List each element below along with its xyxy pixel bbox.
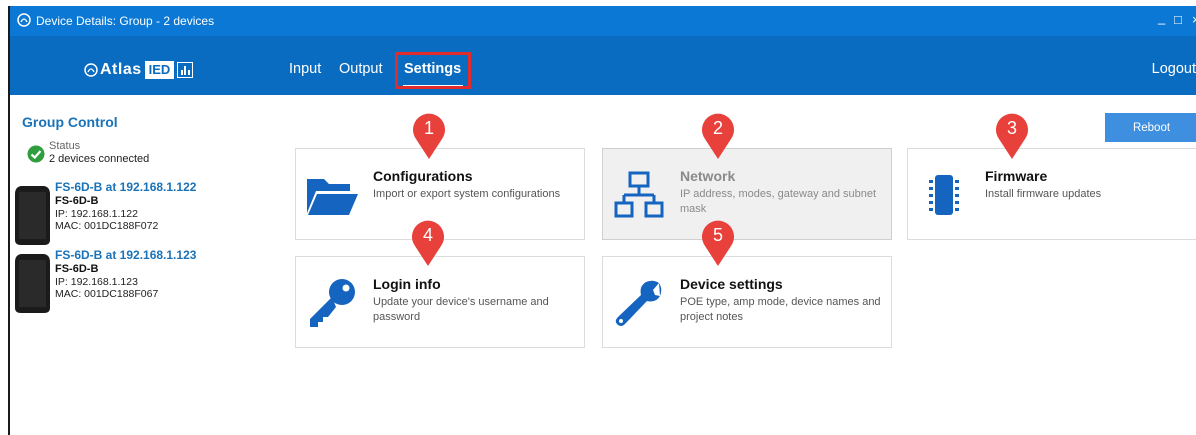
marker-number: 2 — [712, 118, 723, 138]
callout-marker: 3 — [993, 112, 1031, 160]
device-mac: MAC: 001DC188F067 — [55, 288, 159, 300]
marker-number: 5 — [712, 225, 723, 245]
card-title: Network — [680, 168, 736, 184]
callout-marker: 1 — [410, 112, 448, 160]
device-mac: MAC: 001DC188F072 — [55, 220, 159, 232]
minimize-button[interactable]: _ — [1158, 10, 1165, 25]
sidebar-title: Group Control — [22, 114, 118, 130]
marker-number: 4 — [422, 225, 433, 245]
card-title: Login info — [373, 276, 441, 292]
top-nav: Atlas IED Input Output Settings Logout — [10, 36, 1196, 95]
tab-output[interactable]: Output — [339, 61, 383, 77]
marker-number: 1 — [423, 118, 434, 138]
device-name-link[interactable]: FS-6D-B at 192.168.1.123 — [55, 248, 196, 262]
card-description: IP address, modes, gateway and subnet ma… — [680, 188, 877, 215]
device-model: FS-6D-B — [55, 195, 99, 207]
logo-bars-icon — [177, 62, 194, 78]
reboot-button[interactable]: Reboot — [1105, 113, 1196, 142]
network-icon — [614, 171, 664, 218]
card-description: POE type, amp mode, device names and pro… — [680, 296, 881, 323]
folder-icon — [307, 179, 358, 215]
logout-link[interactable]: Logout — [1152, 61, 1196, 77]
device-ip: IP: 192.168.1.123 — [55, 276, 138, 288]
callout-marker: 4 — [409, 219, 447, 267]
logo-text: Atlas — [100, 61, 142, 78]
device-item[interactable]: FS-6D-B at 192.168.1.122 FS-6D-B IP: 192… — [10, 180, 270, 250]
card-title: Device settings — [680, 276, 783, 292]
logo-mark-icon — [84, 63, 98, 77]
status-ok-icon — [27, 145, 45, 163]
speaker-icon — [15, 186, 50, 245]
maximize-button[interactable]: □ — [1174, 12, 1182, 27]
chip-icon — [929, 175, 959, 215]
device-settings-card[interactable]: Device settings POE type, amp mode, devi… — [602, 256, 892, 348]
callout-marker: 5 — [699, 219, 737, 267]
card-title: Firmware — [985, 168, 1048, 184]
device-details-window: Device Details: Group - 2 devices _ □ × … — [8, 6, 1196, 435]
device-model: FS-6D-B — [55, 263, 99, 275]
card-description: Update your device's username and passwo… — [373, 296, 549, 323]
marker-number: 3 — [1006, 118, 1017, 138]
atlasied-logo: Atlas IED — [84, 60, 194, 80]
firmware-card[interactable]: Firmware Install firmware updates — [907, 148, 1196, 240]
device-ip: IP: 192.168.1.122 — [55, 208, 138, 220]
speaker-icon — [15, 254, 50, 313]
app-icon — [17, 13, 31, 27]
status-label: Status — [49, 140, 81, 152]
title-bar: Device Details: Group - 2 devices _ □ × — [10, 6, 1196, 36]
network-card[interactable]: Network IP address, modes, gateway and s… — [602, 148, 892, 240]
window-title: Device Details: Group - 2 devices — [36, 14, 215, 28]
wrench-icon — [615, 280, 662, 326]
card-description: Install firmware updates — [985, 188, 1102, 200]
tab-input[interactable]: Input — [289, 61, 321, 77]
key-icon — [310, 279, 355, 327]
device-item[interactable]: FS-6D-B at 192.168.1.123 FS-6D-B IP: 192… — [10, 248, 270, 318]
device-name-link[interactable]: FS-6D-B at 192.168.1.122 — [55, 180, 196, 194]
close-button[interactable]: × — [1192, 12, 1196, 27]
callout-marker: 2 — [699, 112, 737, 160]
card-description: Import or export system configurations — [373, 188, 561, 200]
status-text: 2 devices connected — [49, 153, 150, 165]
card-title: Configurations — [373, 168, 473, 184]
settings-highlight-box — [395, 52, 471, 89]
logo-ied: IED — [144, 61, 175, 79]
login-info-card[interactable]: Login info Update your device's username… — [295, 256, 585, 348]
